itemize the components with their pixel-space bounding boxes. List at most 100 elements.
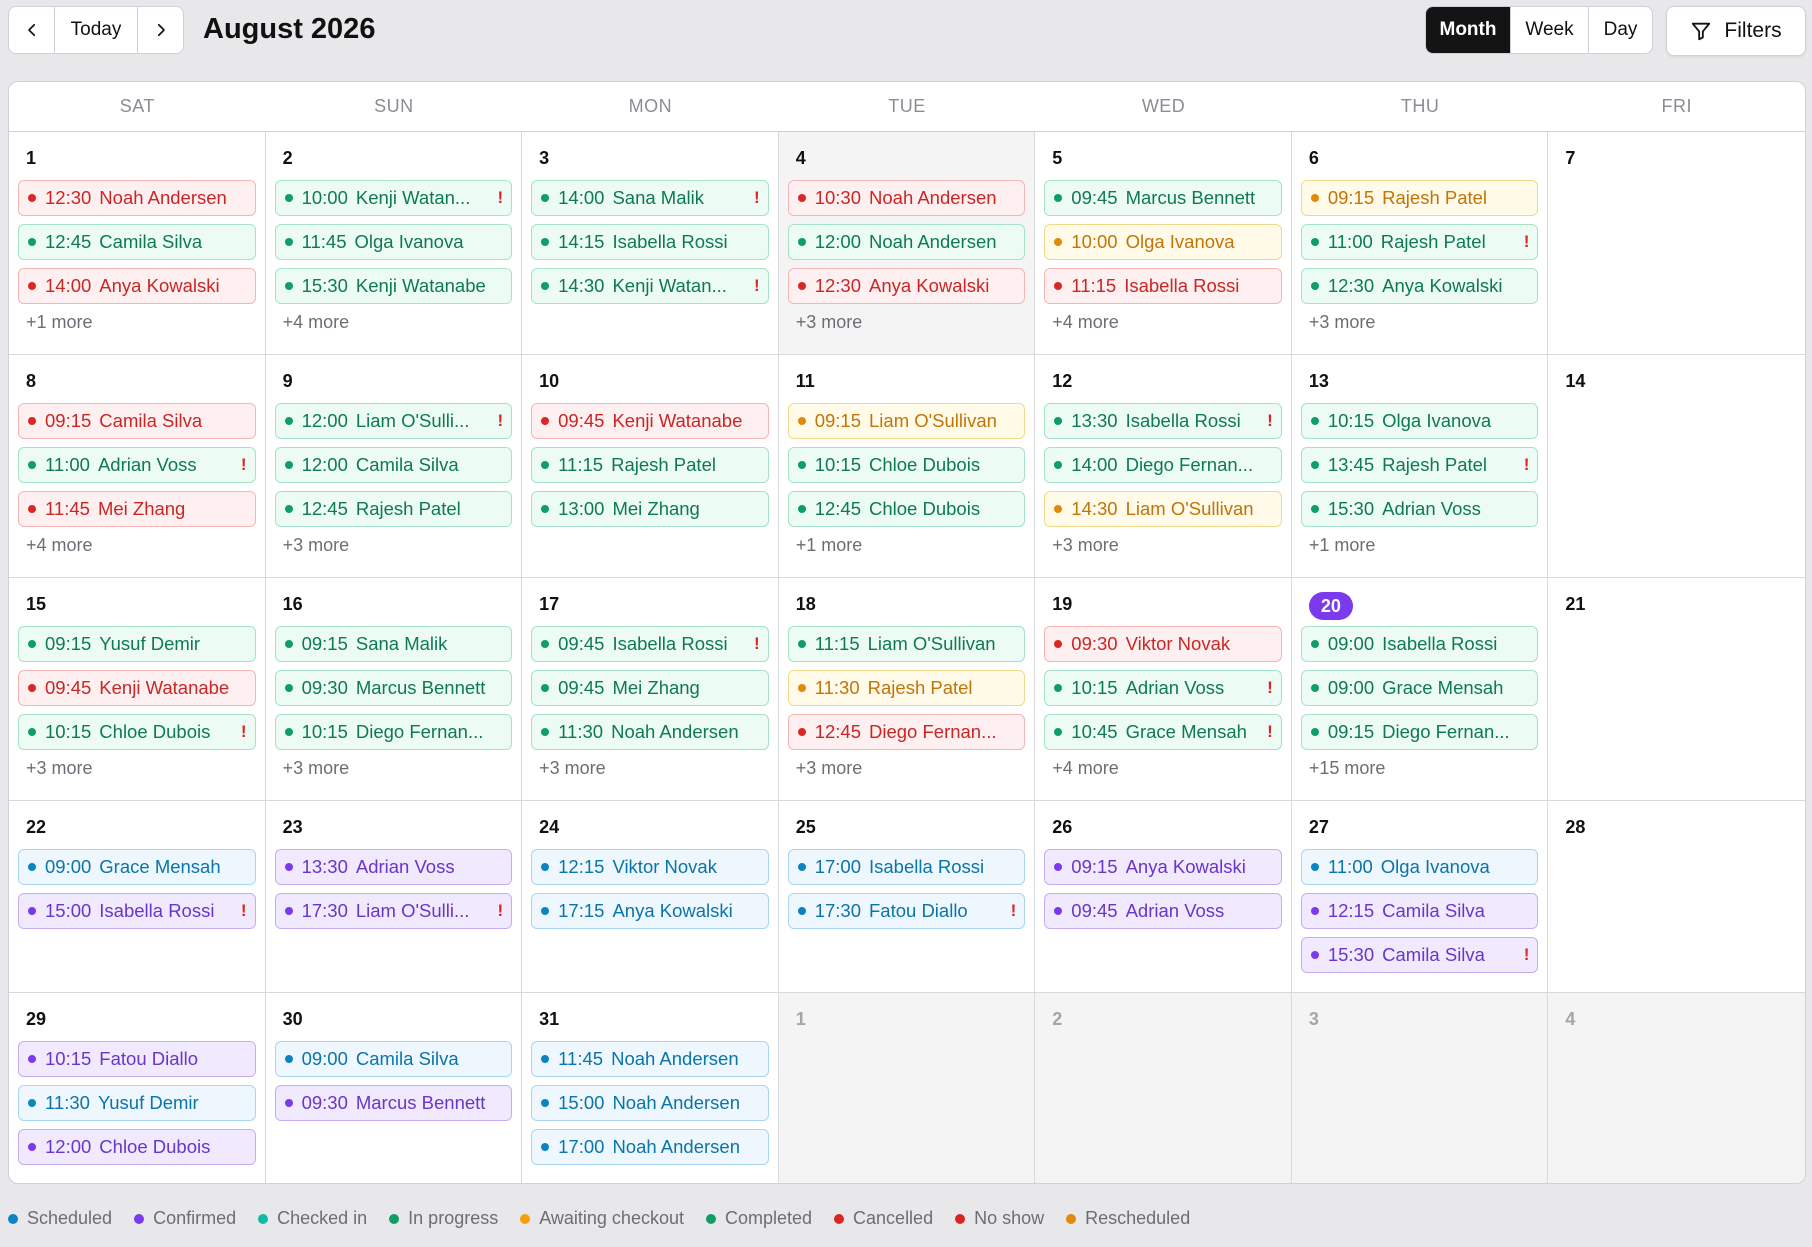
- filters-button[interactable]: Filters: [1666, 6, 1806, 56]
- appointment-chip[interactable]: 17:00 Noah Andersen: [531, 1129, 769, 1165]
- more-events-link[interactable]: +3 more: [531, 758, 769, 779]
- appointment-chip[interactable]: 11:15 Liam O'Sullivan: [787, 626, 1026, 662]
- view-day-button[interactable]: Day: [1588, 7, 1652, 53]
- appointment-chip[interactable]: 14:00 Sana Malik!: [531, 180, 769, 216]
- day-cell[interactable]: 24 12:15 Viktor Novak 17:15 Anya Kowalski: [522, 801, 779, 993]
- appointment-chip[interactable]: 09:45 Marcus Bennett: [1044, 180, 1282, 216]
- appointment-chip[interactable]: 13:30 Adrian Voss: [274, 849, 513, 885]
- appointment-chip[interactable]: 14:00 Diego Fernan...: [1044, 447, 1282, 483]
- appointment-chip[interactable]: 09:15 Yusuf Demir: [18, 626, 256, 662]
- appointment-chip[interactable]: 11:15 Rajesh Patel: [531, 447, 769, 483]
- more-events-link[interactable]: +3 more: [1301, 312, 1539, 333]
- appointment-chip[interactable]: 12:30 Noah Andersen: [18, 180, 256, 216]
- appointment-chip[interactable]: 14:30 Liam O'Sullivan: [1044, 491, 1282, 527]
- day-cell[interactable]: 10 09:45 Kenji Watanabe 11:15 Rajesh Patel 13…: [522, 355, 779, 578]
- day-cell[interactable]: 17 09:45 Isabella Rossi! 09:45 Mei Zhang 11:3…: [522, 578, 779, 801]
- appointment-chip[interactable]: 09:45 Kenji Watanabe: [531, 403, 769, 439]
- day-cell[interactable]: 5 09:45 Marcus Bennett 10:00 Olga Ivanova 11:…: [1035, 132, 1292, 355]
- day-cell[interactable]: 4 10:30 Noah Andersen 12:00 Noah Andersen 12:…: [778, 132, 1036, 355]
- appointment-chip[interactable]: 11:30 Noah Andersen: [531, 714, 769, 750]
- appointment-chip[interactable]: 10:15 Adrian Voss!: [1044, 670, 1282, 706]
- appointment-chip[interactable]: 12:30 Anya Kowalski: [1300, 268, 1539, 304]
- appointment-chip[interactable]: 09:00 Grace Mensah: [1300, 670, 1539, 706]
- appointment-chip[interactable]: 11:30 Rajesh Patel: [787, 670, 1026, 706]
- appointment-chip[interactable]: 10:00 Kenji Watan...!: [274, 180, 513, 216]
- appointment-chip[interactable]: 11:45 Noah Andersen: [531, 1041, 769, 1077]
- appointment-chip[interactable]: 12:45 Camila Silva: [18, 224, 256, 260]
- appointment-chip[interactable]: 10:15 Chloe Dubois!: [18, 714, 256, 750]
- appointment-chip[interactable]: 12:00 Chloe Dubois: [18, 1129, 256, 1165]
- appointment-chip[interactable]: 09:00 Grace Mensah: [18, 849, 256, 885]
- appointment-chip[interactable]: 09:15 Diego Fernan...: [1300, 714, 1539, 750]
- more-events-link[interactable]: +3 more: [275, 535, 513, 556]
- appointment-chip[interactable]: 10:15 Fatou Diallo: [18, 1041, 256, 1077]
- appointment-chip[interactable]: 12:45 Chloe Dubois: [787, 491, 1026, 527]
- more-events-link[interactable]: +4 more: [275, 312, 513, 333]
- day-cell[interactable]: 23 13:30 Adrian Voss 17:30 Liam O'Sulli...!: [265, 801, 523, 993]
- appointment-chip[interactable]: 09:15 Anya Kowalski: [1044, 849, 1282, 885]
- appointment-chip[interactable]: 15:30 Camila Silva!: [1300, 937, 1539, 973]
- day-cell[interactable]: 30 09:00 Camila Silva 09:30 Marcus Bennett: [266, 993, 523, 1183]
- day-cell[interactable]: 6 09:15 Rajesh Patel 11:00 Rajesh Patel! 12:3…: [1291, 132, 1549, 355]
- day-cell[interactable]: 25 17:00 Isabella Rossi 17:30 Fatou Diallo!: [778, 801, 1036, 993]
- appointment-chip[interactable]: 11:45 Olga Ivanova: [274, 224, 513, 260]
- appointment-chip[interactable]: 09:45 Kenji Watanabe: [18, 670, 256, 706]
- day-cell[interactable]: 13 10:15 Olga Ivanova 13:45 Rajesh Patel! 15:…: [1291, 355, 1549, 578]
- day-cell[interactable]: 16 09:15 Sana Malik 09:30 Marcus Bennett 10:1…: [265, 578, 523, 801]
- day-cell[interactable]: 31 11:45 Noah Andersen 15:00 Noah Andersen 17…: [522, 993, 779, 1183]
- more-events-link[interactable]: +3 more: [1044, 535, 1282, 556]
- more-events-link[interactable]: +4 more: [18, 535, 256, 556]
- appointment-chip[interactable]: 10:45 Grace Mensah!: [1044, 714, 1282, 750]
- today-button[interactable]: Today: [54, 7, 138, 53]
- previous-month-button[interactable]: [9, 7, 54, 53]
- appointment-chip[interactable]: 13:00 Mei Zhang: [531, 491, 769, 527]
- appointment-chip[interactable]: 14:30 Kenji Watan...!: [531, 268, 769, 304]
- appointment-chip[interactable]: 15:00 Isabella Rossi!: [18, 893, 256, 929]
- day-cell[interactable]: 4: [1548, 993, 1805, 1183]
- day-cell[interactable]: 28: [1548, 801, 1805, 993]
- appointment-chip[interactable]: 10:00 Olga Ivanova: [1044, 224, 1282, 260]
- appointment-chip[interactable]: 12:15 Viktor Novak: [531, 849, 769, 885]
- more-events-link[interactable]: +3 more: [788, 312, 1026, 333]
- day-cell[interactable]: 1: [778, 993, 1036, 1183]
- appointment-chip[interactable]: 17:30 Fatou Diallo!: [787, 893, 1026, 929]
- appointment-chip[interactable]: 15:30 Kenji Watanabe: [274, 268, 513, 304]
- appointment-chip[interactable]: 12:30 Anya Kowalski: [787, 268, 1026, 304]
- appointment-chip[interactable]: 10:30 Noah Andersen: [787, 180, 1026, 216]
- day-cell[interactable]: 27 11:00 Olga Ivanova 12:15 Camila Silva 15:3…: [1291, 801, 1549, 993]
- day-cell[interactable]: 2: [1035, 993, 1292, 1183]
- appointment-chip[interactable]: 11:45 Mei Zhang: [18, 491, 256, 527]
- more-events-link[interactable]: +3 more: [788, 758, 1026, 779]
- more-events-link[interactable]: +3 more: [18, 758, 256, 779]
- day-cell[interactable]: 19 09:30 Viktor Novak 10:15 Adrian Voss! 10:4…: [1035, 578, 1292, 801]
- day-cell[interactable]: 7: [1548, 132, 1805, 355]
- view-month-button[interactable]: Month: [1426, 7, 1510, 53]
- more-events-link[interactable]: +4 more: [1044, 758, 1282, 779]
- day-cell[interactable]: 2 10:00 Kenji Watan...! 11:45 Olga Ivanova 15…: [265, 132, 523, 355]
- appointment-chip[interactable]: 09:15 Rajesh Patel: [1300, 180, 1539, 216]
- appointment-chip[interactable]: 09:00 Isabella Rossi: [1300, 626, 1539, 662]
- day-cell[interactable]: 15 09:15 Yusuf Demir 09:45 Kenji Watanabe 10:…: [9, 578, 266, 801]
- more-events-link[interactable]: +3 more: [275, 758, 513, 779]
- appointment-chip[interactable]: 09:30 Viktor Novak: [1044, 626, 1282, 662]
- appointment-chip[interactable]: 09:45 Adrian Voss: [1044, 893, 1282, 929]
- appointment-chip[interactable]: 09:15 Camila Silva: [18, 403, 256, 439]
- day-cell[interactable]: 18 11:15 Liam O'Sullivan 11:30 Rajesh Patel 1…: [778, 578, 1036, 801]
- day-cell[interactable]: 20 09:00 Isabella Rossi 09:00 Grace Mensah 09…: [1291, 578, 1549, 801]
- appointment-chip[interactable]: 12:45 Rajesh Patel: [274, 491, 513, 527]
- day-cell[interactable]: 1 12:30 Noah Andersen 12:45 Camila Silva 14:0…: [9, 132, 266, 355]
- next-month-button[interactable]: [138, 7, 183, 53]
- day-cell[interactable]: 26 09:15 Anya Kowalski 09:45 Adrian Voss: [1035, 801, 1292, 993]
- more-events-link[interactable]: +4 more: [1044, 312, 1282, 333]
- appointment-chip[interactable]: 11:30 Yusuf Demir: [18, 1085, 256, 1121]
- appointment-chip[interactable]: 13:30 Isabella Rossi!: [1044, 403, 1282, 439]
- appointment-chip[interactable]: 09:30 Marcus Bennett: [274, 670, 513, 706]
- day-cell[interactable]: 14: [1548, 355, 1805, 578]
- day-cell[interactable]: 3 14:00 Sana Malik! 14:15 Isabella Rossi 14:3…: [522, 132, 779, 355]
- appointment-chip[interactable]: 10:15 Chloe Dubois: [787, 447, 1026, 483]
- appointment-chip[interactable]: 09:45 Isabella Rossi!: [531, 626, 769, 662]
- more-events-link[interactable]: +1 more: [1301, 535, 1539, 556]
- appointment-chip[interactable]: 12:00 Noah Andersen: [787, 224, 1026, 260]
- more-events-link[interactable]: +1 more: [788, 535, 1026, 556]
- day-cell[interactable]: 12 13:30 Isabella Rossi! 14:00 Diego Fernan.…: [1035, 355, 1292, 578]
